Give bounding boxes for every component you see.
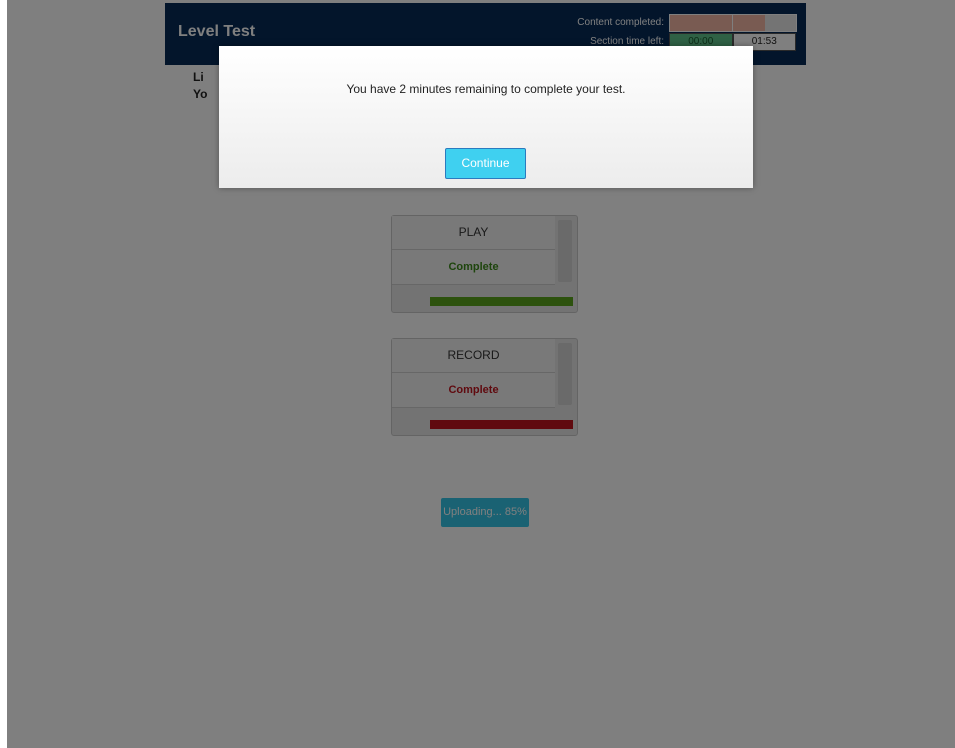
time-warning-dialog: You have 2 minutes remaining to complete… xyxy=(219,46,753,188)
dialog-message: You have 2 minutes remaining to complete… xyxy=(346,82,626,96)
continue-button[interactable]: Continue xyxy=(445,148,526,179)
left-margin xyxy=(0,0,7,748)
